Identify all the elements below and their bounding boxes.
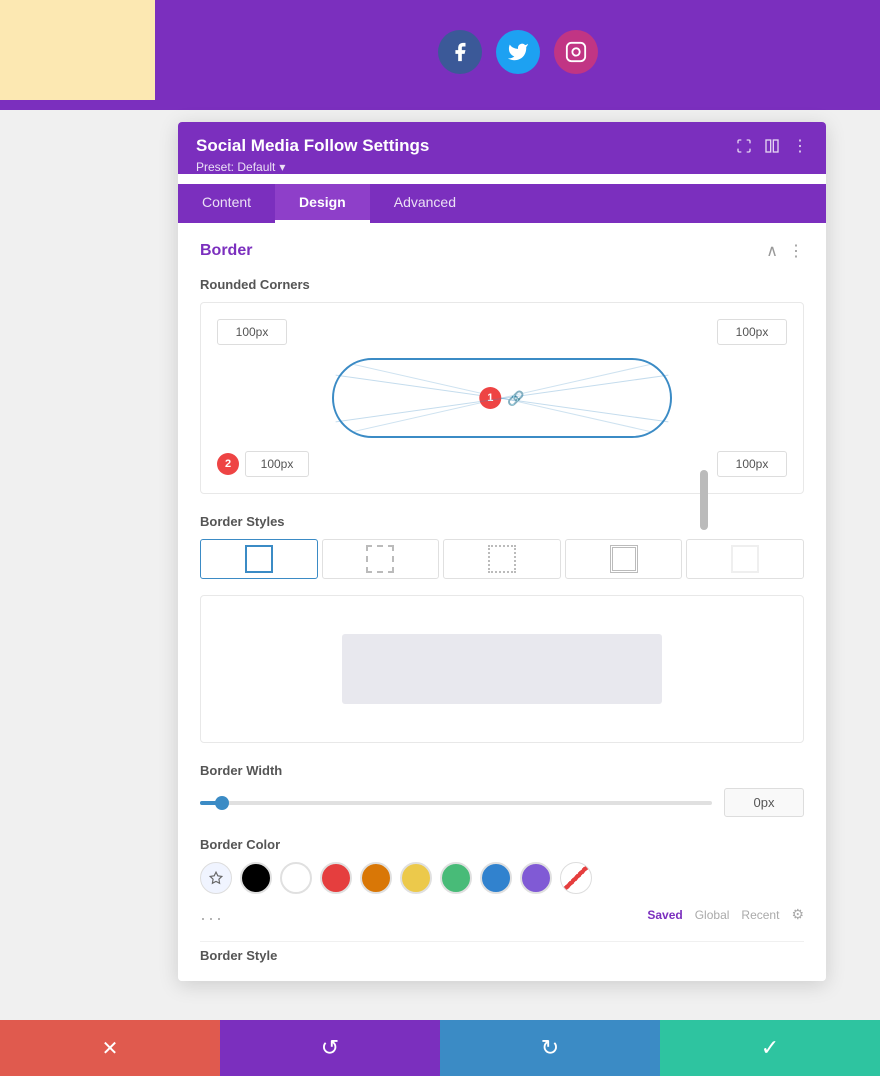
- panel-header: Social Media Follow Settings ⋮ Preset: D…: [178, 122, 826, 174]
- corner-bottom-right-input[interactable]: [717, 451, 787, 477]
- border-preview-area: [200, 595, 804, 743]
- preset-arrow[interactable]: ▾: [279, 160, 285, 174]
- corner-lines-svg: [334, 360, 670, 436]
- corner-bottom-left: 2: [217, 451, 297, 477]
- twitter-icon[interactable]: [496, 30, 540, 74]
- double-preview: [610, 545, 638, 573]
- save-button[interactable]: ✓: [660, 1020, 880, 1076]
- border-style-dotted[interactable]: [443, 539, 561, 579]
- panel-icons: ⋮: [736, 136, 808, 156]
- border-width-track: [200, 801, 712, 805]
- corner-top-right-input[interactable]: [717, 319, 787, 345]
- color-gear-icon[interactable]: ⚙: [791, 906, 804, 923]
- dotted-preview: [488, 545, 516, 573]
- redo-button[interactable]: ↻: [440, 1020, 660, 1076]
- color-tab-saved[interactable]: Saved: [647, 908, 682, 922]
- color-yellow[interactable]: [400, 862, 432, 894]
- border-width-thumb[interactable]: [215, 796, 229, 810]
- panel-title-row: Social Media Follow Settings ⋮: [196, 136, 808, 156]
- redo-icon: ↻: [541, 1035, 559, 1061]
- border-style-solid[interactable]: [200, 539, 318, 579]
- preset-label[interactable]: Preset: Default: [196, 160, 275, 174]
- border-style-double[interactable]: [565, 539, 683, 579]
- badge-1: 1: [479, 387, 501, 409]
- color-tab-global[interactable]: Global: [695, 908, 730, 922]
- corner-preview: 1 🔗: [305, 353, 699, 443]
- panel-body: Border ∧ ⋮ Rounded Corners: [178, 223, 826, 981]
- undo-button[interactable]: ↺: [220, 1020, 440, 1076]
- eyedropper-swatch[interactable]: [200, 862, 232, 894]
- cancel-icon: ✕: [102, 1036, 119, 1061]
- bottom-toolbar: ✕ ↺ ↻ ✓: [0, 1020, 880, 1076]
- color-tabs-row: Saved Global Recent ⚙: [647, 906, 804, 923]
- solid-preview: [245, 545, 273, 573]
- scrollbar-track[interactable]: [700, 460, 708, 660]
- color-blue[interactable]: [480, 862, 512, 894]
- border-width-value[interactable]: [724, 788, 804, 817]
- social-icons-bar: [155, 20, 880, 84]
- border-width-label: Border Width: [200, 763, 804, 778]
- border-section-title: Border: [200, 242, 252, 260]
- panel-title: Social Media Follow Settings: [196, 136, 429, 156]
- color-white[interactable]: [280, 862, 312, 894]
- color-red[interactable]: [320, 862, 352, 894]
- collapse-icon[interactable]: ∧: [766, 241, 778, 261]
- cancel-button[interactable]: ✕: [0, 1020, 220, 1076]
- rounded-corners-label: Rounded Corners: [200, 277, 804, 292]
- border-preview-inner: [342, 634, 662, 704]
- columns-icon[interactable]: [764, 138, 780, 154]
- border-width-slider-row: [200, 788, 804, 817]
- border-styles-grid: [200, 539, 804, 579]
- scrollbar-thumb[interactable]: [700, 470, 708, 530]
- tab-content[interactable]: Content: [178, 184, 275, 223]
- settings-panel: Social Media Follow Settings ⋮ Preset: D…: [178, 122, 826, 981]
- more-options-icon[interactable]: ⋮: [792, 136, 808, 156]
- corner-grid: 1 🔗 2: [217, 319, 787, 477]
- tabs-bar: Content Design Advanced: [178, 184, 826, 223]
- color-tab-recent[interactable]: Recent: [741, 908, 779, 922]
- corner-top-left-input[interactable]: [217, 319, 287, 345]
- section-more-icon[interactable]: ⋮: [788, 241, 804, 261]
- preset-row: Preset: Default ▾: [196, 160, 808, 174]
- dashed-preview: [366, 545, 394, 573]
- color-purple[interactable]: [520, 862, 552, 894]
- border-style-dashed[interactable]: [322, 539, 440, 579]
- border-color-label: Border Color: [200, 837, 804, 852]
- corner-bottom-left-input[interactable]: [245, 451, 309, 477]
- tab-design[interactable]: Design: [275, 184, 370, 223]
- color-black[interactable]: [240, 862, 272, 894]
- border-section-header: Border ∧ ⋮: [200, 241, 804, 261]
- tab-advanced[interactable]: Advanced: [370, 184, 480, 223]
- color-strikethrough[interactable]: [560, 862, 592, 894]
- none-preview: [731, 545, 759, 573]
- center-badges: 1 🔗: [479, 387, 524, 409]
- instagram-icon[interactable]: [554, 30, 598, 74]
- color-orange[interactable]: [360, 862, 392, 894]
- rounded-shape: 1 🔗: [332, 358, 672, 438]
- undo-icon: ↺: [321, 1035, 339, 1061]
- color-swatches-row: [200, 862, 804, 894]
- more-colors-dots[interactable]: ···: [200, 908, 224, 929]
- corner-widget: 1 🔗 2: [200, 302, 804, 494]
- save-icon: ✓: [761, 1035, 779, 1061]
- link-icon[interactable]: 🔗: [507, 390, 524, 407]
- section-controls: ∧ ⋮: [766, 241, 804, 261]
- border-styles-label: Border Styles: [200, 514, 804, 529]
- badge-2: 2: [217, 453, 239, 475]
- facebook-icon[interactable]: [438, 30, 482, 74]
- fullscreen-icon[interactable]: [736, 138, 752, 154]
- color-green[interactable]: [440, 862, 472, 894]
- yellow-block: [0, 0, 155, 100]
- border-style-bottom-label: Border Style: [200, 941, 804, 963]
